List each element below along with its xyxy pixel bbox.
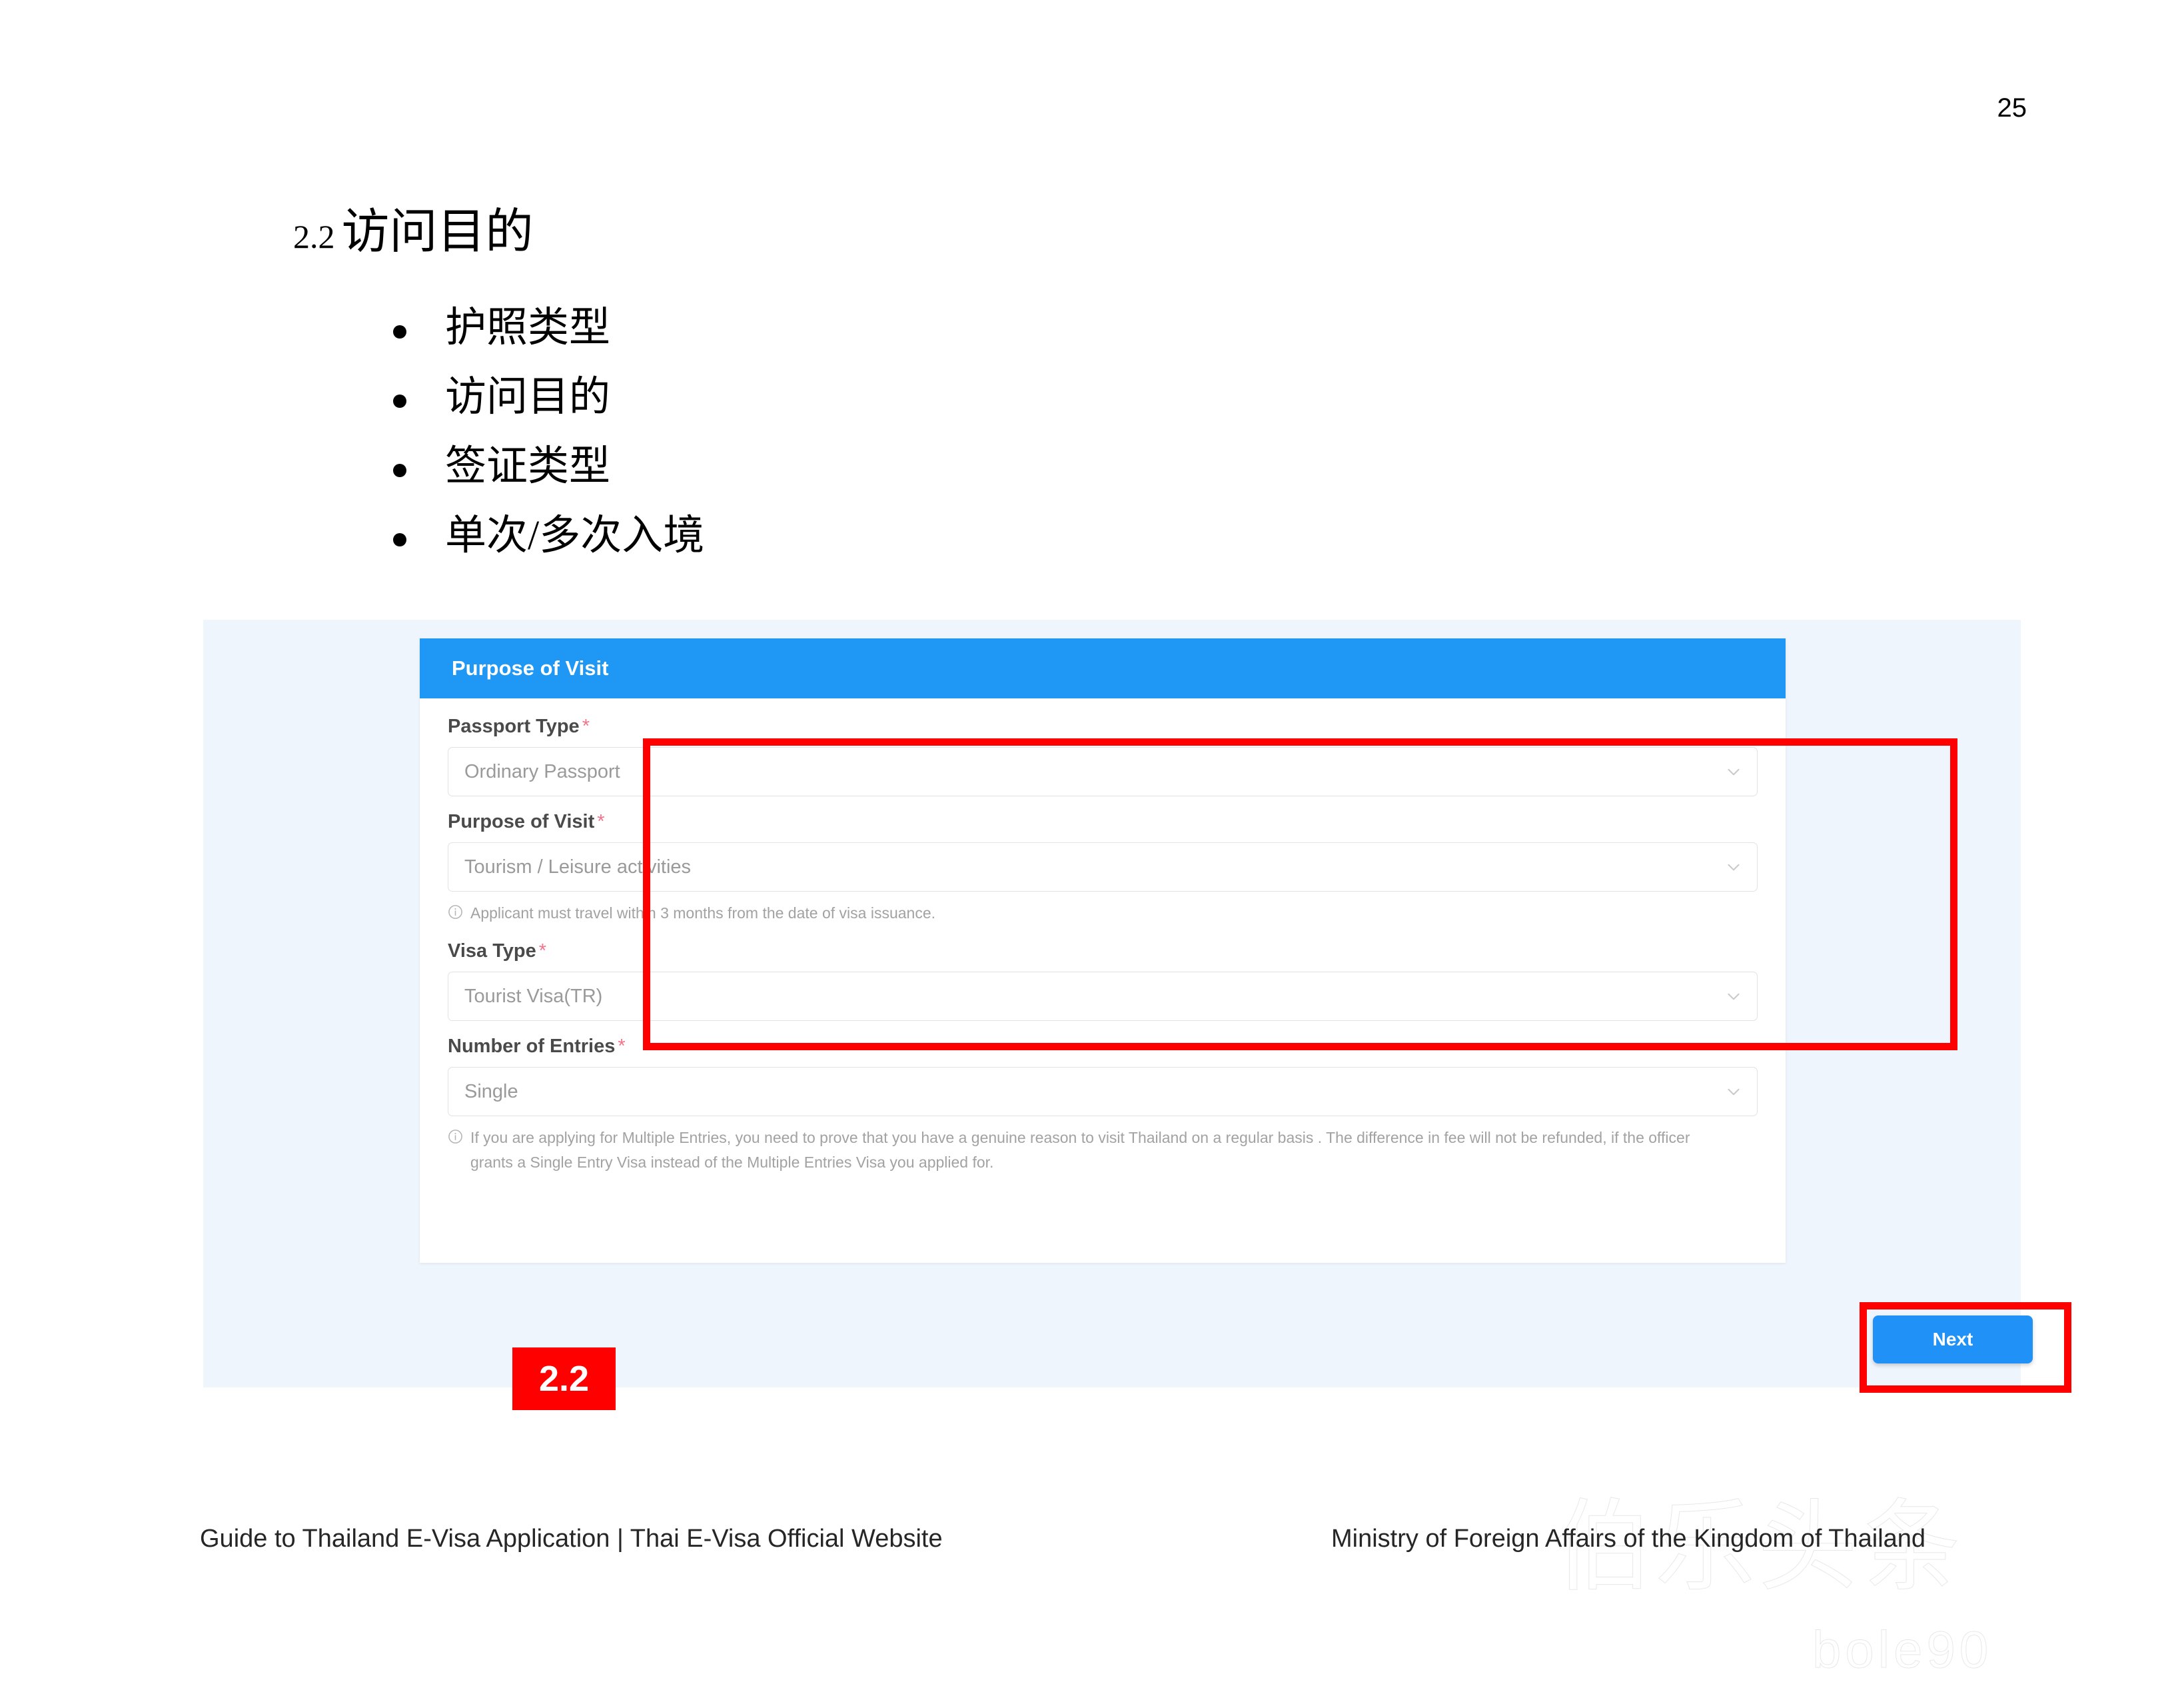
- card-body: Passport Type * Ordinary Passport Purpose…: [420, 698, 1786, 1263]
- label-text: Passport Type: [448, 716, 580, 737]
- hint-purpose-of-visit: Applicant must travel within 3 months fr…: [448, 901, 1758, 926]
- purpose-of-visit-card: Purpose of Visit Passport Type * Ordinary…: [420, 638, 1786, 1263]
- card-footer-spacer: [448, 1190, 1758, 1231]
- required-marker: *: [538, 940, 547, 962]
- field-passport-type: Passport Type * Ordinary Passport: [448, 716, 1758, 796]
- label-text: Number of Entries: [448, 1036, 616, 1057]
- hint-text: Applicant must travel within 3 months fr…: [470, 904, 935, 922]
- purpose-of-visit-value: Tourism / Leisure activities: [464, 856, 692, 878]
- next-button[interactable]: Next: [1873, 1315, 2033, 1363]
- bullet-list: 护照类型 访问目的 签证类型 单次/多次入境: [386, 293, 704, 570]
- page-number: 25: [1997, 93, 2027, 123]
- footer-right: Ministry of Foreign Affairs of the Kingd…: [1331, 1525, 1926, 1553]
- required-marker: *: [582, 716, 590, 737]
- field-label-purpose-of-visit: Purpose of Visit *: [448, 811, 1758, 833]
- hint-number-of-entries: If you are applying for Multiple Entries…: [448, 1126, 1758, 1175]
- step-badge-2-2: 2.2: [512, 1347, 616, 1410]
- info-icon: [448, 904, 463, 920]
- card-header-title: Purpose of Visit: [452, 656, 609, 680]
- page-title: 2.2 访问目的: [293, 192, 534, 262]
- chevron-down-icon: [1725, 988, 1742, 1005]
- passport-type-select[interactable]: Ordinary Passport: [448, 747, 1758, 796]
- list-item: 访问目的: [386, 363, 704, 432]
- chevron-down-icon: [1725, 858, 1742, 876]
- list-item: 护照类型: [386, 293, 704, 363]
- list-item: 单次/多次入境: [386, 501, 704, 570]
- required-marker: *: [597, 811, 605, 832]
- card-header: Purpose of Visit: [420, 638, 1786, 698]
- purpose-of-visit-select[interactable]: Tourism / Leisure activities: [448, 842, 1758, 892]
- page-title-number: 2.2: [293, 218, 335, 255]
- number-of-entries-value: Single: [464, 1080, 518, 1102]
- footer-left: Guide to Thailand E-Visa Application | T…: [200, 1525, 943, 1553]
- passport-type-value: Ordinary Passport: [464, 760, 620, 782]
- field-purpose-of-visit: Purpose of Visit * Tourism / Leisure acti…: [448, 811, 1758, 926]
- info-icon: [448, 1129, 463, 1144]
- field-label-visa-type: Visa Type *: [448, 940, 1758, 962]
- field-label-passport-type: Passport Type *: [448, 716, 1758, 738]
- chevron-down-icon: [1725, 1083, 1742, 1100]
- hint-text: If you are applying for Multiple Entries…: [470, 1129, 1690, 1171]
- label-text: Purpose of Visit: [448, 811, 595, 832]
- watermark-english: bole90: [1812, 1620, 1993, 1679]
- field-number-of-entries: Number of Entries * Single If you are app…: [448, 1036, 1758, 1175]
- list-item: 签证类型: [386, 432, 704, 501]
- chevron-down-icon: [1725, 763, 1742, 780]
- field-visa-type: Visa Type * Tourist Visa(TR): [448, 940, 1758, 1021]
- label-text: Visa Type: [448, 940, 536, 962]
- visa-type-value: Tourist Visa(TR): [464, 985, 603, 1007]
- screenshot-panel: 2.2 Purpose of Visit Passport Type * Ordi…: [203, 620, 2071, 1410]
- field-label-number-of-entries: Number of Entries *: [448, 1036, 1758, 1058]
- page-title-text: 访问目的: [341, 205, 534, 259]
- visa-type-select[interactable]: Tourist Visa(TR): [448, 972, 1758, 1021]
- required-marker: *: [618, 1036, 626, 1057]
- number-of-entries-select[interactable]: Single: [448, 1067, 1758, 1116]
- watermark: 伯乐头条 bole90: [1526, 1466, 2032, 1688]
- next-button-row: Next: [1873, 1315, 2033, 1363]
